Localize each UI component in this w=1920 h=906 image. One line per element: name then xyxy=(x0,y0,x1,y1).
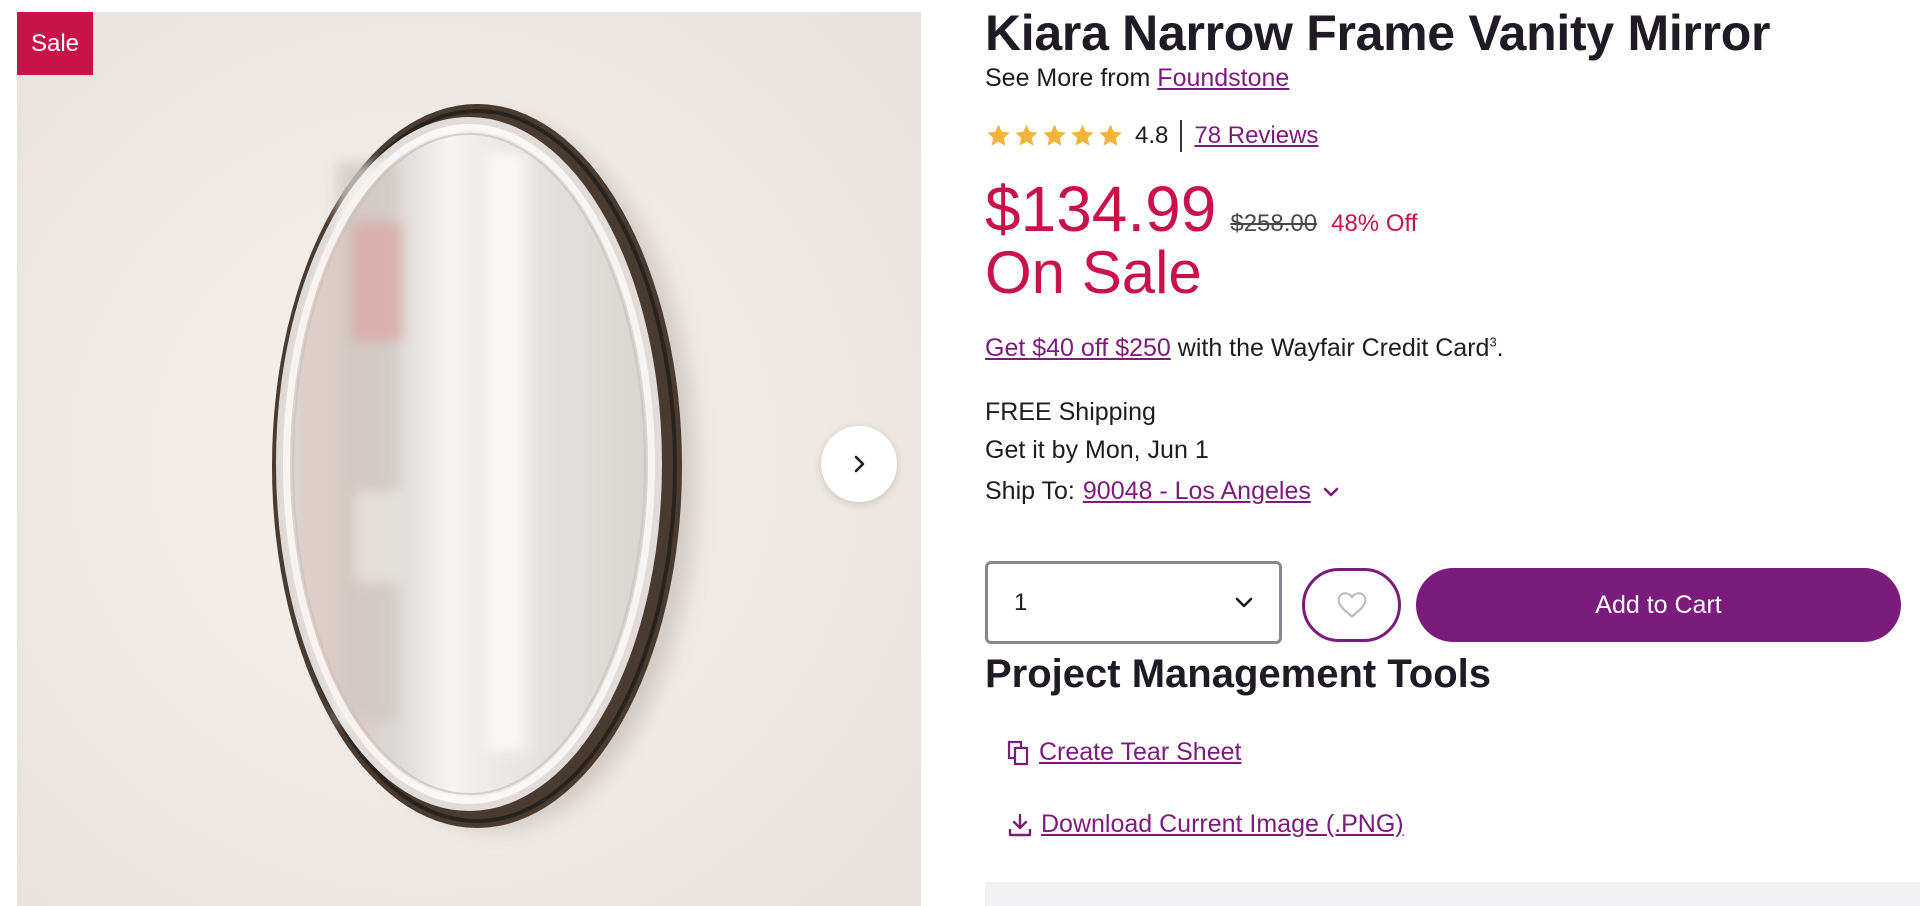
brand-prefix: See More from xyxy=(985,64,1151,92)
next-image-button[interactable] xyxy=(821,426,897,502)
rating-value: 4.8 xyxy=(1135,122,1169,149)
project-tools-title: Project Management Tools xyxy=(985,652,1492,696)
star-icon xyxy=(1071,124,1094,146)
price-row: $134.99 $258.00 48% Off xyxy=(985,172,1417,246)
quantity-value: 1 xyxy=(1014,588,1028,616)
quantity-select[interactable]: 1 xyxy=(985,561,1282,644)
download-label[interactable]: Download Current Image (.PNG) xyxy=(1041,810,1404,839)
bottom-panel xyxy=(985,882,1920,906)
ship-to-location-link[interactable]: 90048 - Los Angeles xyxy=(1083,477,1311,506)
credit-footnote: 3 xyxy=(1489,334,1497,350)
brand-line: See More from Foundstone xyxy=(985,64,1289,93)
star-icon xyxy=(987,124,1010,146)
chevron-down-icon[interactable] xyxy=(1323,486,1339,498)
download-image-link[interactable]: Download Current Image (.PNG) xyxy=(1007,810,1404,839)
credit-offer-end: . xyxy=(1496,334,1504,362)
download-icon xyxy=(1008,813,1032,836)
product-title: Kiara Narrow Frame Vanity Mirror xyxy=(985,5,1771,61)
sale-badge: Sale xyxy=(17,12,93,75)
chevron-right-icon xyxy=(854,455,865,473)
credit-offer-link[interactable]: Get $40 off $250 xyxy=(985,334,1171,362)
star-icon xyxy=(1015,124,1038,146)
heart-icon xyxy=(1337,592,1366,618)
product-image-gallery: Sale xyxy=(17,12,921,906)
original-price: $258.00 xyxy=(1230,210,1318,237)
delivery-date: Get it by Mon, Jun 1 xyxy=(985,436,1209,464)
oval-mirror-icon xyxy=(17,12,921,906)
tear-sheet-label[interactable]: Create Tear Sheet xyxy=(1039,738,1241,767)
on-sale-label: On Sale xyxy=(985,239,1202,306)
credit-offer-text: with the Wayfair Credit Card xyxy=(1177,334,1490,362)
star-rating xyxy=(985,123,1124,149)
star-icon xyxy=(1043,124,1066,146)
add-to-cart-button[interactable]: Add to Cart xyxy=(1416,568,1901,642)
discount-label: 48% Off xyxy=(1331,210,1418,237)
brand-link[interactable]: Foundstone xyxy=(1157,64,1289,92)
ship-to-row: Ship To: 90048 - Los Angeles xyxy=(985,477,1339,506)
sale-price: $134.99 xyxy=(985,173,1217,245)
reviews-link[interactable]: 78 Reviews xyxy=(1194,122,1318,150)
rating-row: 4.8 78 Reviews xyxy=(985,120,1318,152)
ship-to-label: Ship To: xyxy=(985,477,1075,505)
add-to-favorites-button[interactable] xyxy=(1302,568,1401,642)
rating-divider xyxy=(1180,120,1183,152)
star-icon xyxy=(1099,124,1122,146)
chevron-down-icon xyxy=(1235,597,1253,607)
shipping-cost: FREE Shipping xyxy=(985,398,1156,426)
create-tear-sheet-link[interactable]: Create Tear Sheet xyxy=(1007,738,1241,767)
copy-icon xyxy=(1007,740,1029,765)
credit-card-offer: Get $40 off $250 with the Wayfair Credit… xyxy=(985,334,1504,363)
